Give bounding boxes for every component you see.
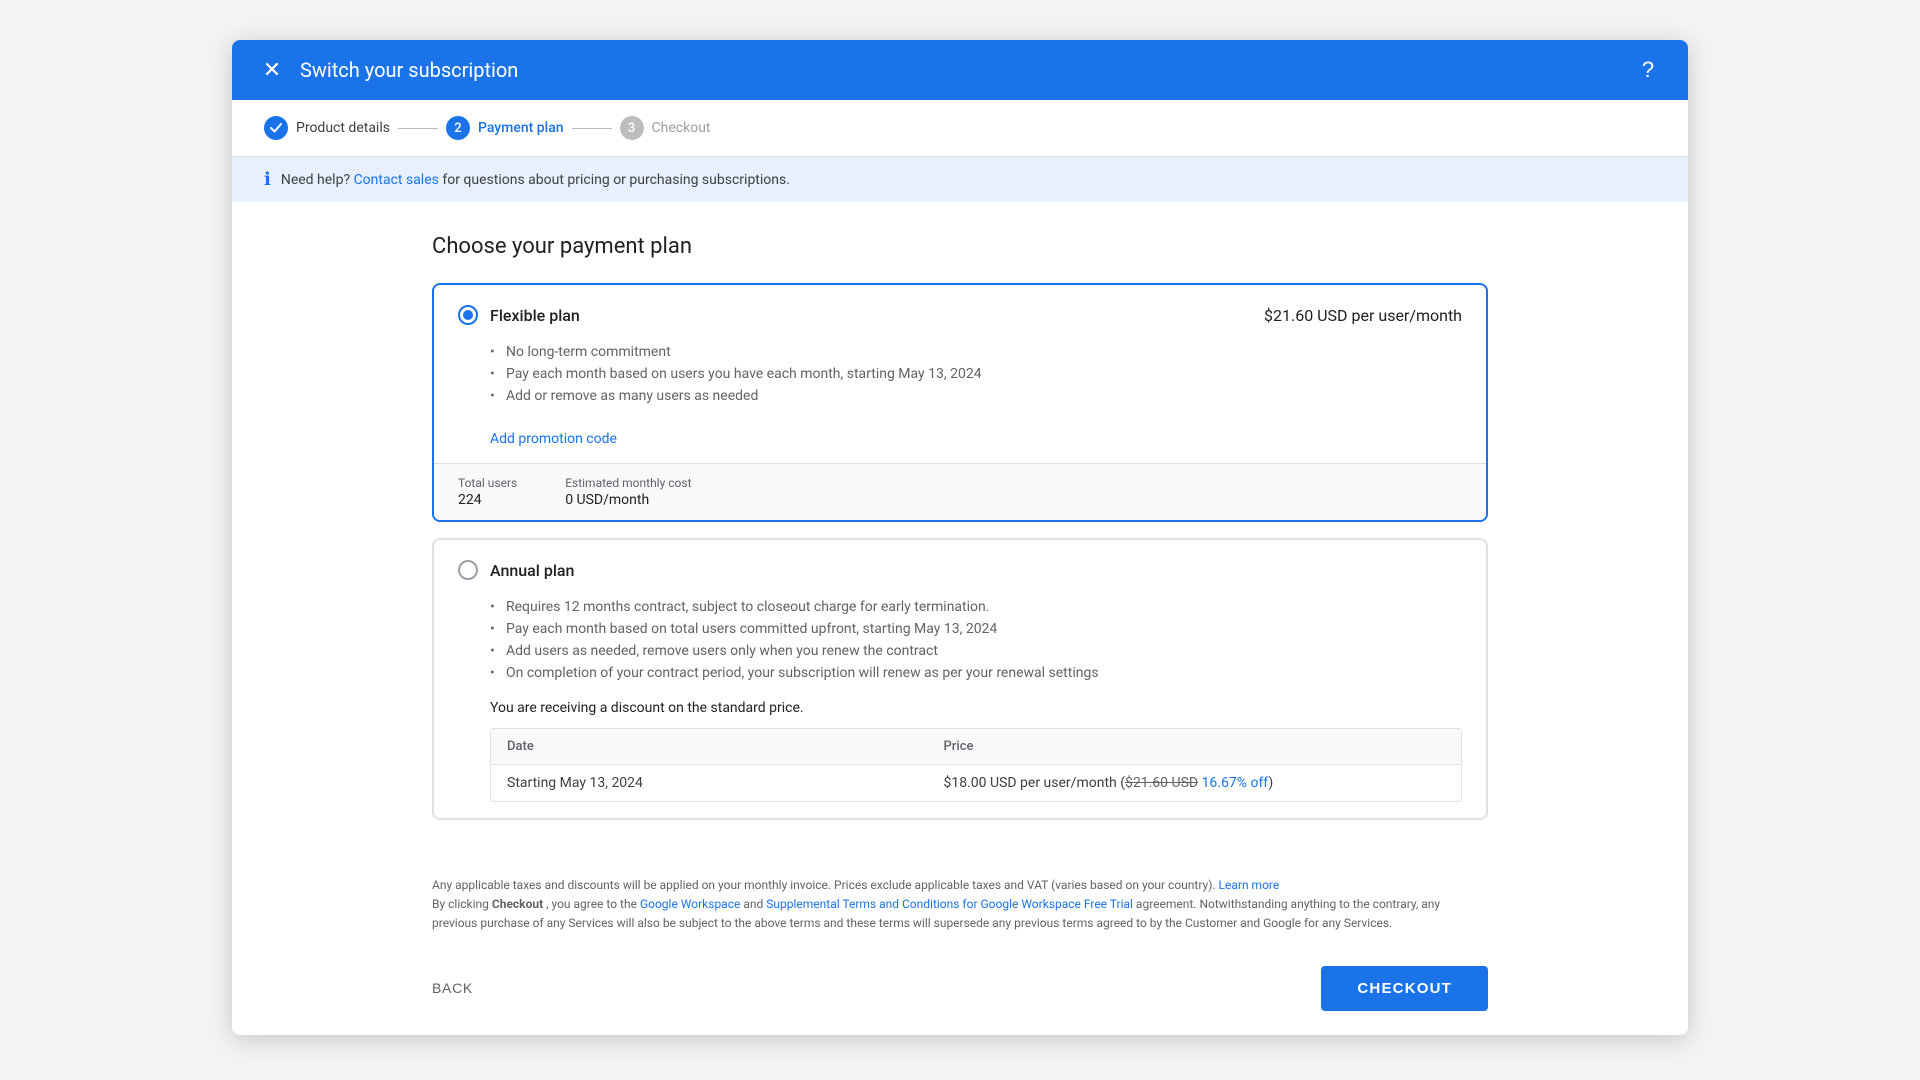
flexible-bullet-1: No long-term commitment — [490, 341, 1462, 363]
discount-percent: 16.67% off — [1198, 775, 1268, 791]
flexible-plan-totals: Total users 224 Estimated monthly cost 0… — [434, 463, 1486, 520]
total-users-label: Total users — [458, 476, 517, 490]
info-prefix: Need help? — [281, 172, 350, 188]
annual-bullet-2: Pay each month based on total users comm… — [490, 618, 1462, 640]
google-workspace-link[interactable]: Google Workspace — [640, 897, 740, 911]
step-connector-2 — [572, 128, 612, 129]
dialog: ✕ Switch your subscription ? Product det… — [232, 40, 1688, 1035]
add-promo-link[interactable]: Add promotion code — [490, 431, 617, 447]
footer-actions: BACK CHECKOUT — [232, 942, 1688, 1035]
price-table: Date Price Starting May 13, 2024 $18.00 … — [490, 728, 1462, 802]
dialog-header: ✕ Switch your subscription ? — [232, 40, 1688, 100]
learn-more-link[interactable]: Learn more — [1219, 878, 1280, 892]
help-icon: ? — [1642, 57, 1654, 83]
info-bar: ℹ Need help? Contact sales for questions… — [232, 157, 1688, 202]
price-table-col-date: Date — [491, 729, 928, 764]
annual-bullet-1: Requires 12 months contract, subject to … — [490, 596, 1462, 618]
step-payment-plan: 2 Payment plan — [446, 116, 564, 140]
monthly-cost-label: Estimated monthly cost — [565, 476, 691, 490]
total-users-value: 224 — [458, 492, 517, 508]
terms-mid: , you agree to the — [546, 897, 640, 911]
price-table-header: Date Price — [491, 729, 1461, 765]
step-connector-1 — [398, 128, 438, 129]
monthly-cost-value: 0 USD/month — [565, 492, 691, 508]
step-checkout: 3 Checkout — [620, 116, 711, 140]
main-content: Choose your payment plan Flexible plan $… — [232, 202, 1688, 868]
annual-plan-card[interactable]: Annual plan Requires 12 months contract,… — [432, 538, 1488, 820]
price-table-row-1: Starting May 13, 2024 $18.00 USD per use… — [491, 765, 1461, 801]
checkout-button[interactable]: CHECKOUT — [1321, 966, 1488, 1011]
monthly-cost-item: Estimated monthly cost 0 USD/month — [565, 476, 691, 508]
close-icon: ✕ — [263, 59, 281, 81]
annual-plan-header: Annual plan — [434, 540, 1486, 596]
flexible-bullet-3: Add or remove as many users as needed — [490, 385, 1462, 407]
help-button[interactable]: ? — [1632, 54, 1664, 86]
price-main: $18.00 USD per user/month ( — [944, 775, 1126, 791]
annual-bullet-3: Add users as needed, remove users only w… — [490, 640, 1462, 662]
flexible-plan-card[interactable]: Flexible plan $21.60 USD per user/month … — [432, 283, 1488, 522]
page-title: Choose your payment plan — [432, 234, 1488, 259]
flexible-plan-header: Flexible plan $21.60 USD per user/month — [434, 285, 1486, 341]
dialog-header-left: ✕ Switch your subscription — [256, 54, 518, 86]
step-circle-product-details — [264, 116, 288, 140]
dialog-title: Switch your subscription — [300, 58, 518, 82]
terms-and: and — [743, 897, 766, 911]
total-users-item: Total users 224 — [458, 476, 517, 508]
step-circle-payment-plan: 2 — [446, 116, 470, 140]
step-label-payment-plan: Payment plan — [478, 120, 564, 136]
footer-notes: Any applicable taxes and discounts will … — [232, 876, 1688, 934]
price-table-col-price: Price — [928, 729, 990, 764]
stepper: Product details 2 Payment plan 3 Checkou… — [232, 100, 1688, 157]
flexible-bullet-2: Pay each month based on users you have e… — [490, 363, 1462, 385]
supplemental-terms-link[interactable]: Supplemental Terms and Conditions for Go… — [766, 897, 1133, 911]
step-product-details: Product details — [264, 116, 390, 140]
step-label-checkout: Checkout — [652, 120, 711, 136]
discount-note: You are receiving a discount on the stan… — [434, 700, 1486, 728]
annual-plan-name: Annual plan — [490, 561, 574, 580]
close-button[interactable]: ✕ — [256, 54, 288, 86]
flexible-plan-name: Flexible plan — [490, 306, 580, 325]
terms-prefix: By clicking — [432, 897, 492, 911]
price-close: ) — [1268, 775, 1273, 791]
info-text: Need help? Contact sales for questions a… — [281, 172, 790, 188]
terms-checkout-bold: Checkout — [492, 897, 543, 911]
flexible-plan-radio[interactable] — [458, 305, 478, 325]
tax-note: Any applicable taxes and discounts will … — [432, 878, 1216, 892]
annual-plan-header-left: Annual plan — [458, 560, 574, 580]
info-suffix: for questions about pricing or purchasin… — [442, 172, 790, 188]
annual-plan-radio[interactable] — [458, 560, 478, 580]
step-circle-checkout: 3 — [620, 116, 644, 140]
annual-plan-bullets: Requires 12 months contract, subject to … — [434, 596, 1486, 700]
price-table-date-value: Starting May 13, 2024 — [491, 765, 928, 801]
step-label-product-details: Product details — [296, 120, 390, 136]
back-button[interactable]: BACK — [432, 980, 473, 996]
annual-bullet-4: On completion of your contract period, y… — [490, 662, 1462, 684]
price-table-price-value: $18.00 USD per user/month ($21.60 USD 16… — [928, 765, 1290, 801]
flexible-plan-bullets: No long-term commitment Pay each month b… — [434, 341, 1486, 423]
flexible-plan-header-left: Flexible plan — [458, 305, 580, 325]
contact-sales-link[interactable]: Contact sales — [354, 172, 439, 188]
flexible-plan-price: $21.60 USD per user/month — [1264, 306, 1462, 325]
flexible-plan-radio-inner — [463, 310, 473, 320]
info-icon: ℹ — [264, 169, 271, 190]
price-strikethrough: $21.60 USD — [1125, 775, 1198, 791]
